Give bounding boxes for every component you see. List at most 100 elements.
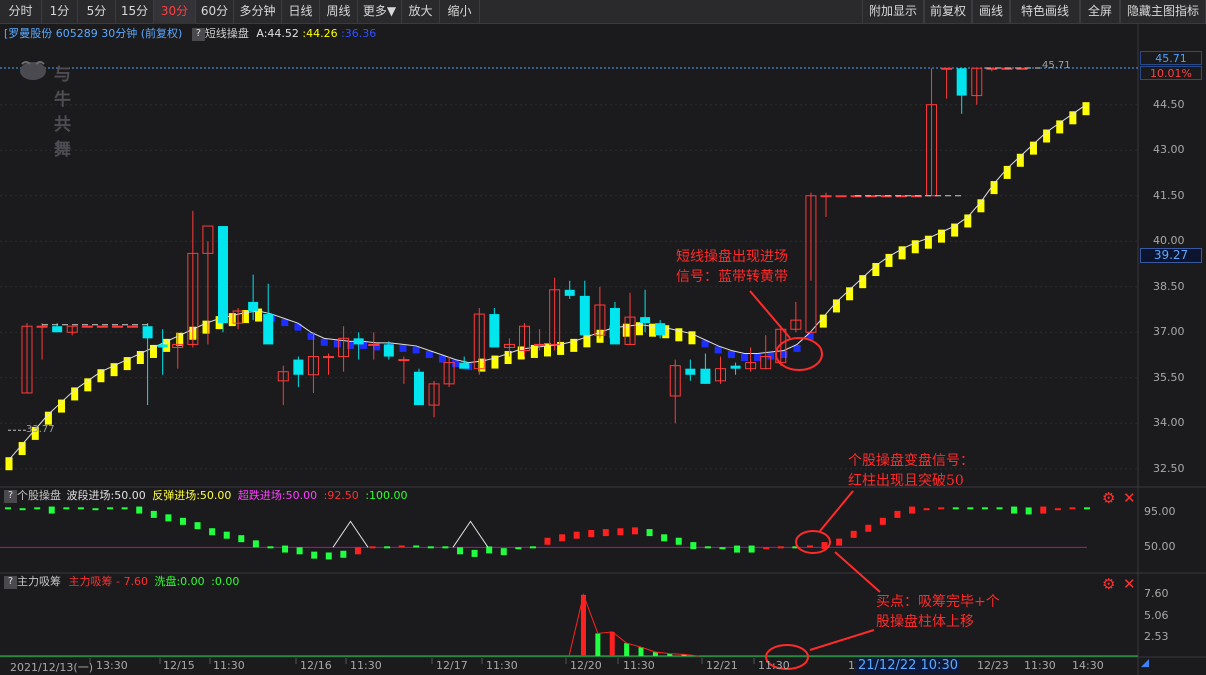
osc-name: 个股操盘 — [17, 489, 61, 502]
osc-bar — [282, 545, 289, 553]
osc-l1: 波段进场:50.00 — [66, 489, 146, 502]
toolbar-btn-7[interactable]: 日线 — [282, 0, 320, 24]
band-bar — [425, 350, 433, 358]
band-bar — [346, 341, 354, 349]
toolbar-right-btn-2[interactable]: 画线 — [972, 0, 1010, 24]
osc-bar — [398, 545, 405, 548]
toolbar-btn-2[interactable]: 5分 — [78, 0, 116, 24]
toolbar-right-btn-0[interactable]: 附加显示 — [862, 0, 924, 24]
osc-bar — [806, 545, 813, 548]
time-tick: 12/17 — [436, 659, 468, 672]
toolbar-right-btn-3[interactable]: 特色画线 — [1010, 0, 1080, 24]
osc-bar — [209, 528, 216, 536]
candle-body — [489, 314, 500, 348]
osc-bar — [63, 507, 70, 510]
toolbar-btn-3[interactable]: 15分 — [116, 0, 154, 24]
accum-close-icon[interactable]: ✕ — [1123, 576, 1136, 592]
toolbar-btn-9[interactable]: 更多▼ — [358, 0, 402, 24]
osc-bar — [121, 507, 128, 510]
help-icon[interactable]: ? — [4, 489, 17, 503]
osc-tick-50: 50.00 — [1144, 540, 1176, 553]
osc-close-icon[interactable]: ✕ — [1123, 490, 1136, 506]
band-bar — [412, 346, 420, 354]
band-bar — [780, 350, 788, 358]
osc-bar — [384, 546, 391, 549]
osc-settings-icon[interactable]: ⚙ — [1102, 490, 1115, 506]
osc-l5: :100.00 — [365, 489, 408, 502]
osc-bar — [704, 546, 711, 549]
band-bar — [399, 344, 407, 352]
price-tick: 32.50 — [1153, 461, 1185, 475]
candle-body — [956, 68, 967, 96]
osc-bar — [588, 529, 595, 537]
price-tick: 40.00 — [1153, 234, 1185, 248]
osc-bar — [952, 507, 959, 510]
time-tick: 12/16 — [300, 659, 332, 672]
price-tick: 38.50 — [1153, 279, 1185, 293]
annotation-buy-point: 买点：吸筹完毕+个 股操盘柱体上移 — [876, 592, 1000, 632]
toolbar-btn-5[interactable]: 60分 — [196, 0, 234, 24]
accum-settings-icon[interactable]: ⚙ — [1102, 576, 1115, 592]
bull-logo-icon — [20, 61, 46, 80]
accum-bar — [595, 633, 601, 656]
osc-bar — [938, 507, 945, 510]
annotation-text: 买点：吸筹完毕+个 — [876, 594, 1000, 610]
osc-bar — [661, 534, 668, 542]
osc-bar — [894, 510, 901, 518]
accum-tick-506: 5.06 — [1144, 609, 1169, 622]
toolbar-right-btn-4[interactable]: 全屏 — [1080, 0, 1120, 24]
accum-tick-760: 7.60 — [1144, 587, 1169, 600]
help-icon[interactable]: ? — [4, 575, 17, 589]
osc-bar — [223, 531, 230, 539]
time-crosshair-label: 21/12/22 10:30 — [856, 658, 960, 674]
toolbar-btn-4[interactable]: 30分 — [154, 0, 196, 24]
osc-bar — [369, 546, 376, 549]
band-bar — [714, 346, 722, 354]
osc-panel-header: ? 个股操盘 波段进场:50.00 反弹进场:50.00 超跌进场:50.00 :… — [4, 488, 408, 504]
osc-bar — [486, 546, 493, 554]
annotation-osc-signal: 个股操盘变盘信号： 红柱出现且突破50 — [848, 451, 974, 491]
high-marker-label: 45.71 — [1042, 60, 1071, 71]
candle-body — [248, 301, 259, 312]
top-price-label: 45.71 — [1140, 51, 1202, 65]
osc-l2: 反弹进场:50.00 — [152, 489, 232, 502]
osc-bar — [238, 535, 245, 543]
annotation-text: 股操盘柱体上移 — [876, 614, 974, 630]
toolbar-btn-0[interactable]: 分时 — [0, 0, 42, 24]
toolbar-btn-6[interactable]: 多分钟 — [234, 0, 282, 24]
osc-bar — [879, 517, 886, 525]
candle-body — [111, 325, 123, 328]
toolbar-btn-1[interactable]: 1分 — [42, 0, 78, 24]
osc-bar — [296, 547, 303, 555]
help-icon[interactable]: ? — [191, 27, 205, 41]
band-bar — [281, 319, 289, 327]
toolbar-btn-11[interactable]: 缩小 — [440, 0, 480, 24]
logo-text: 与牛共舞 — [54, 65, 72, 160]
annotation-text: 短线操盘出现进场 — [676, 249, 788, 265]
time-tick: 12/15 — [163, 659, 195, 672]
osc-bar — [515, 547, 522, 550]
osc-bar — [836, 538, 843, 546]
indicator-name: 短线操盘 — [204, 27, 249, 40]
price-tick: 35.50 — [1153, 370, 1185, 384]
stock-title: [罗曼股份 605289 30分钟 (前复权) — [4, 27, 183, 40]
candle-body — [640, 317, 651, 324]
band-bar — [741, 354, 749, 362]
osc-bar — [252, 540, 259, 548]
candle-body — [52, 326, 63, 333]
osc-bar — [734, 545, 741, 553]
toolbar-right-btn-1[interactable]: 前复权 — [924, 0, 972, 24]
toolbar-btn-8[interactable]: 周线 — [320, 0, 358, 24]
annotation-text: 信号：蓝带转黄带 — [676, 269, 788, 285]
osc-bar — [967, 507, 974, 510]
toolbar-right-btn-5[interactable]: 隐藏主图指标 — [1120, 0, 1206, 24]
candle-body — [700, 368, 711, 384]
accum-l3: :0.00 — [211, 575, 240, 588]
toolbar-btn-10[interactable]: 放大 — [402, 0, 440, 24]
accum-bar — [609, 631, 615, 656]
band-bar — [320, 338, 328, 346]
candle-body — [459, 362, 470, 369]
candle-body — [353, 338, 364, 345]
osc-bar — [646, 529, 653, 537]
indicator-yellow-value: :44.26 — [302, 27, 338, 40]
